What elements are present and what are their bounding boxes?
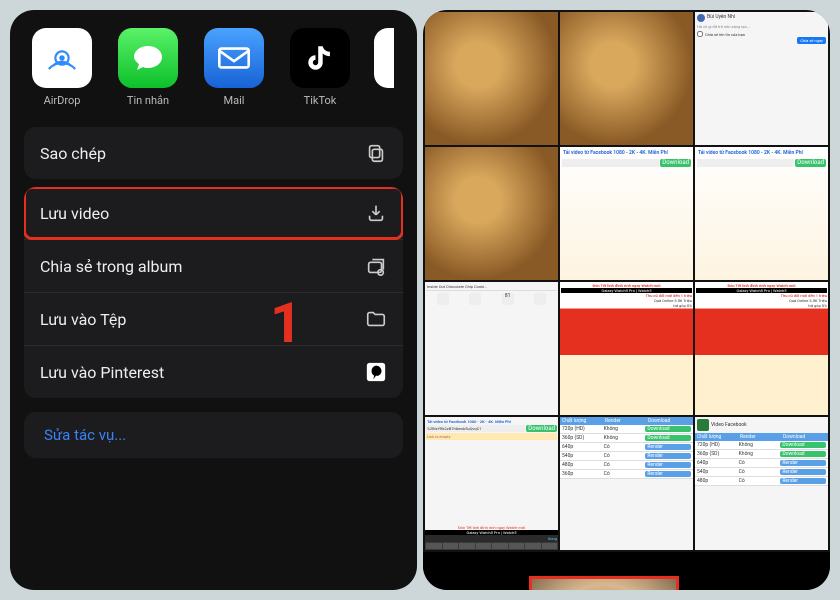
edit-actions-link[interactable]: Sửa tác vụ... [24,412,403,458]
share-apps-row: AirDrop Tin nhắn Mail TikTok [10,10,417,119]
airdrop-icon [32,28,92,88]
messages-icon [118,28,178,88]
action-share-album[interactable]: Chia sẻ trong album [24,239,403,292]
photo-thumb[interactable]: Inside Out Chocolate Chip Cooki... 81 [425,282,558,415]
photo-thumb[interactable] [560,12,693,145]
action-copy[interactable]: Sao chép [24,127,403,179]
mail-icon [204,28,264,88]
photo-thumb[interactable]: Video Facebook Chất lượngRenderDownload … [695,417,828,550]
share-app-more[interactable] [374,28,394,88]
share-app-tiktok[interactable]: TikTok [288,28,352,107]
action-label: Chia sẻ trong album [40,257,182,276]
app-label: AirDrop [44,94,81,107]
action-save-files[interactable]: Lưu vào Tệp [24,292,403,345]
photo-thumb[interactable]: Đón Tết linh đình rinh ngay Watch mới Ga… [695,282,828,415]
photo-thumb[interactable]: Chất lượngRenderDownload 720p (HD)KhôngD… [560,417,693,550]
photo-thumb[interactable]: Tải video từ Facebook 1080 - 2K - 4K. Mi… [695,147,828,280]
photo-thumb[interactable] [425,147,558,280]
photos-app-screen: Bùi Uyên Nhi Hà vô gì đã trở nên sáng tạ… [423,10,830,590]
annotation-1: 1 [270,290,302,356]
share-app-mail[interactable]: Mail [202,28,266,107]
photo-thumb[interactable]: Tải video từ Facebook 1080 - 2K - 4K. Mi… [560,147,693,280]
action-save-pinterest[interactable]: Lưu vào Pinterest [24,345,403,398]
app-label: Tin nhắn [127,94,169,107]
copy-icon [365,142,387,164]
photo-thumb[interactable]: Bùi Uyên Nhi Hà vô gì đã trở nên sáng tạ… [695,12,828,145]
app-label: Mail [224,94,245,107]
action-card-main: Lưu video Chia sẻ trong album Lưu vào Tệ… [24,187,403,398]
action-save-video[interactable]: Lưu video [24,187,403,239]
share-album-icon [365,255,387,277]
download-icon [365,202,387,224]
photo-thumb[interactable]: Tải video từ Facebook 1080 - 2K - 4K. Mi… [425,417,558,550]
pinterest-icon [365,361,387,383]
tiktok-icon [290,28,350,88]
action-card-copy: Sao chép [24,127,403,179]
share-app-airdrop[interactable]: AirDrop [30,28,94,107]
file-card[interactable]: Snapsave.app_31...16822…_0.mp4 Phim MPEG… [429,587,519,590]
recents-area: Snapsave.app_31...16822…_0.mp4 Phim MPEG… [423,552,830,590]
photo-thumb[interactable] [425,12,558,145]
action-label: Sao chép [40,144,106,163]
share-sheet-screen: AirDrop Tin nhắn Mail TikTok [10,10,417,590]
app-label: TikTok [304,94,337,107]
folder-icon [365,308,387,330]
action-label: Lưu vào Pinterest [40,363,164,382]
share-app-messages[interactable]: Tin nhắn [116,28,180,107]
photo-thumb[interactable]: Đón Tết linh đình rinh ngay Watch mới Ga… [560,282,693,415]
action-label: Lưu video [40,204,109,223]
photos-grid[interactable]: Bùi Uyên Nhi Hà vô gì đã trở nên sáng tạ… [423,10,830,552]
video-thumbnail-highlighted[interactable]: 0:31 [529,576,679,590]
action-label: Lưu vào Tệp [40,310,126,329]
